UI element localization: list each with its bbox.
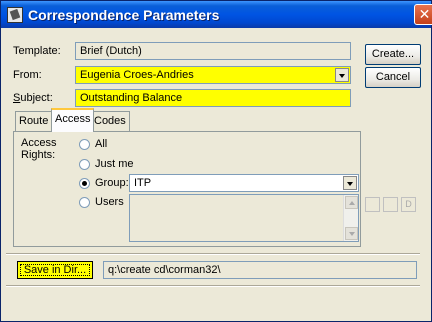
save-path-field[interactable]: q:\create cd\corman32\ xyxy=(103,261,417,279)
radio-all-label: All xyxy=(95,138,108,150)
group-value: ITP xyxy=(134,177,152,189)
tab-access[interactable]: Access xyxy=(51,108,95,132)
access-label-line2: Rights: xyxy=(21,149,56,161)
subject-label: Subject: xyxy=(13,92,53,104)
radio-just-me-label: Just me xyxy=(95,158,134,170)
add-user-icon[interactable] xyxy=(365,197,380,212)
app-icon xyxy=(7,6,23,23)
save-dir-row: Save in Dir... q:\create cd\corman32\ xyxy=(13,259,421,281)
access-rights-label: Access Rights: xyxy=(21,137,56,161)
cancel-button[interactable]: Cancel xyxy=(365,67,421,88)
radio-group[interactable] xyxy=(79,178,90,189)
users-listbox[interactable] xyxy=(129,194,359,242)
delete-user-button[interactable]: D xyxy=(401,197,416,212)
from-value: Eugenia Croes-Andries xyxy=(80,69,194,81)
radio-just-me[interactable] xyxy=(79,159,90,170)
dialog-window: Correspondence Parameters ✕ Template: Br… xyxy=(0,0,432,322)
window-title: Correspondence Parameters xyxy=(28,6,220,23)
radio-users[interactable] xyxy=(79,197,90,208)
chevron-down-icon[interactable] xyxy=(343,176,357,190)
tab-codes[interactable]: Codes xyxy=(90,111,130,131)
tab-route[interactable]: Route xyxy=(15,111,53,131)
from-dropdown[interactable]: Eugenia Croes-Andries xyxy=(75,66,351,84)
edit-user-icon[interactable] xyxy=(383,197,398,212)
template-field: Brief (Dutch) xyxy=(75,42,351,60)
scroll-up-icon[interactable] xyxy=(345,196,358,209)
radio-all[interactable] xyxy=(79,139,90,150)
radio-users-label: Users xyxy=(95,196,124,208)
close-icon[interactable]: ✕ xyxy=(414,4,432,25)
title-bar[interactable]: Correspondence Parameters ✕ xyxy=(1,1,432,28)
from-label: From: xyxy=(13,69,42,81)
users-scrollbar[interactable] xyxy=(343,195,358,241)
chevron-down-icon[interactable] xyxy=(335,68,349,82)
divider xyxy=(6,285,420,287)
subject-input[interactable]: Outstanding Balance xyxy=(75,89,351,107)
group-dropdown[interactable]: ITP xyxy=(129,174,359,192)
radio-group-label: Group: xyxy=(95,177,129,189)
divider xyxy=(6,253,420,255)
create-button[interactable]: Create... xyxy=(365,44,421,65)
save-in-dir-button[interactable]: Save in Dir... xyxy=(17,261,93,279)
access-label-line1: Access xyxy=(21,137,57,149)
template-label: Template: xyxy=(13,45,61,57)
scroll-down-icon[interactable] xyxy=(345,227,358,240)
